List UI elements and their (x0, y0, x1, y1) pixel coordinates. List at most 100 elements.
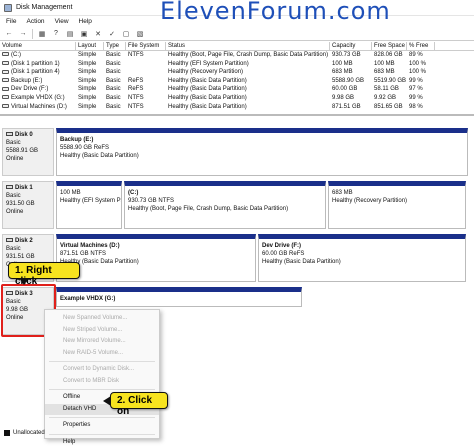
check-icon[interactable]: ✓ (107, 29, 117, 38)
disk-management-app-icon (4, 4, 12, 12)
cell-text: ReFS (128, 78, 143, 84)
cell-layout: Simple (76, 77, 104, 86)
cell-text: Simple (78, 61, 96, 67)
col-capacity[interactable]: Capacity (330, 42, 372, 50)
cell-file-system (126, 68, 166, 77)
forward-arrow-icon[interactable]: → (18, 29, 28, 38)
menu-action[interactable]: Action (26, 18, 44, 25)
cell-text: Healthy (Basic Data Partition) (168, 104, 247, 110)
menu-separator (49, 389, 155, 390)
menu-new-mirrored-volume: New Mirrored Volume... (45, 336, 159, 348)
cell-layout: Simple (76, 103, 104, 112)
col-status[interactable]: Status (166, 42, 330, 50)
table-row[interactable]: Backup (E:)SimpleBasicReFSHealthy (Basic… (0, 77, 474, 86)
partition-status: Healthy (Recovery Partition) (332, 197, 462, 205)
disk-name: Disk 2 (15, 238, 33, 244)
menu-separator (49, 361, 155, 362)
table-row[interactable]: (C:)SimpleBasicNTFSHealthy (Boot, Page F… (0, 51, 474, 60)
properties-icon[interactable]: ▤ (65, 29, 75, 38)
cell-text: 871.51 GB (332, 104, 361, 110)
cell-text: Healthy (Basic Data Partition) (168, 95, 247, 101)
partition-status: Healthy (Boot, Page File, Crash Dump, Ba… (128, 205, 322, 213)
partition[interactable]: 100 MBHealthy (EFI System Pa (56, 181, 122, 229)
cell-type: Basic (104, 77, 126, 86)
delete-icon[interactable]: ✕ (93, 29, 103, 38)
col-layout[interactable]: Layout (76, 42, 104, 50)
cell-layout: Simple (76, 68, 104, 77)
table-row[interactable]: Dev Drive (F:)SimpleBasicReFSHealthy (Ba… (0, 85, 474, 94)
cell-text: Backup (E:) (11, 78, 42, 84)
partition[interactable]: Example VHDX (G:) (56, 287, 302, 307)
cell-file-system (126, 60, 166, 69)
cell-text: Simple (78, 95, 96, 101)
menu-help[interactable]: Help (45, 437, 159, 448)
cell-text: 97 % (409, 86, 423, 92)
col-percent-free[interactable]: % Free (407, 42, 435, 50)
cell-text: Example VHDX (G:) (11, 95, 65, 101)
cell-text: Basic (106, 95, 121, 101)
cell-text: Healthy (Boot, Page File, Crash Dump, Ba… (168, 52, 328, 58)
cell-text: 89 % (409, 52, 423, 58)
menu-properties[interactable]: Properties (45, 420, 159, 432)
cell-file-system: NTFS (126, 103, 166, 112)
col-file-system[interactable]: File System (126, 42, 166, 50)
menu-separator (49, 434, 155, 435)
partition-area: Virtual Machines (D:)871.51 GB NTFSHealt… (56, 234, 468, 282)
explore-icon[interactable]: ▧ (135, 29, 145, 38)
help-icon[interactable]: ? (51, 29, 61, 38)
cell-percent-free: 99 % (407, 94, 435, 103)
help-topics-icon[interactable]: ▣ (79, 29, 89, 38)
cell-text: ReFS (128, 86, 143, 92)
partition[interactable]: (C:)930.73 GB NTFSHealthy (Boot, Page Fi… (124, 181, 326, 229)
col-free-space[interactable]: Free Space (372, 42, 407, 50)
unallocated-swatch (4, 430, 10, 436)
table-row[interactable]: Virtual Machines (D:)SimpleBasicNTFSHeal… (0, 103, 474, 112)
disk-type: Basic (6, 192, 50, 200)
disk-size: 931.50 GB (6, 200, 50, 208)
back-arrow-icon[interactable]: ← (4, 29, 14, 38)
menu-help[interactable]: Help (79, 18, 92, 25)
col-type[interactable]: Type (104, 42, 126, 50)
cell-text: 851.65 GB (374, 104, 403, 110)
table-row[interactable]: (Disk 1 partition 4)SimpleBasicHealthy (… (0, 68, 474, 77)
table-row[interactable]: (Disk 1 partition 1)SimpleBasicHealthy (… (0, 60, 474, 69)
partition-area: 100 MBHealthy (EFI System Pa(C:)930.73 G… (56, 181, 468, 229)
menu-view[interactable]: View (55, 18, 69, 25)
volume-icon (2, 61, 9, 65)
console-tree-icon[interactable]: ▦ (37, 29, 47, 38)
disk-1-label[interactable]: Disk 1Basic931.50 GBOnline (2, 181, 54, 229)
disk-0-label[interactable]: Disk 0Basic5588.91 GBOnline (2, 128, 54, 176)
menu-new-raid5-volume: New RAID-5 Volume... (45, 348, 159, 360)
menu-convert-dynamic: Convert to Dynamic Disk... (45, 364, 159, 376)
cell-free-space: 5519.90 GB (372, 77, 407, 86)
cell-text: 99 % (409, 78, 423, 84)
cell-volume: (Disk 1 partition 4) (0, 68, 76, 77)
partition[interactable]: 683 MBHealthy (Recovery Partition) (328, 181, 466, 229)
table-row[interactable]: Example VHDX (G:)SimpleBasicNTFSHealthy … (0, 94, 474, 103)
context-menu: New Spanned Volume... New Striped Volume… (44, 309, 160, 439)
partition[interactable]: Dev Drive (F:)60.00 GB ReFSHealthy (Basi… (258, 234, 466, 282)
cell-text: Basic (106, 61, 121, 67)
cell-text: 828.06 GB (374, 52, 403, 58)
open-icon[interactable]: ▢ (121, 29, 131, 38)
partition-status: Healthy (Basic Data Partition) (60, 152, 464, 160)
cell-status: Healthy (EFI System Partition) (166, 60, 330, 69)
cell-status: Healthy (Basic Data Partition) (166, 85, 330, 94)
menu-file[interactable]: File (6, 18, 16, 25)
cell-free-space: 58.11 GB (372, 85, 407, 94)
cell-free-space: 828.06 GB (372, 51, 407, 60)
disk-1-row: Disk 1Basic931.50 GBOnline100 MBHealthy … (2, 181, 468, 229)
cell-text: Simple (78, 104, 96, 110)
click-on-callout: 2. Click on (110, 392, 168, 409)
cell-status: Healthy (Boot, Page File, Crash Dump, Ba… (166, 51, 330, 60)
cell-text: 9.92 GB (374, 95, 396, 101)
menu-bar: File Action View Help (0, 16, 474, 27)
partition-size: 5588.90 GB ReFS (60, 144, 464, 152)
menu-new-spanned-volume: New Spanned Volume... (45, 313, 159, 325)
partition[interactable]: Virtual Machines (D:)871.51 GB NTFSHealt… (56, 234, 256, 282)
disk-0-row: Disk 0Basic5588.91 GBOnlineBackup (E:)55… (2, 128, 468, 176)
col-volume[interactable]: Volume (0, 42, 76, 50)
partition[interactable]: Backup (E:)5588.90 GB ReFSHealthy (Basic… (56, 128, 468, 176)
cell-percent-free: 100 % (407, 60, 435, 69)
cell-text: Basic (106, 104, 121, 110)
